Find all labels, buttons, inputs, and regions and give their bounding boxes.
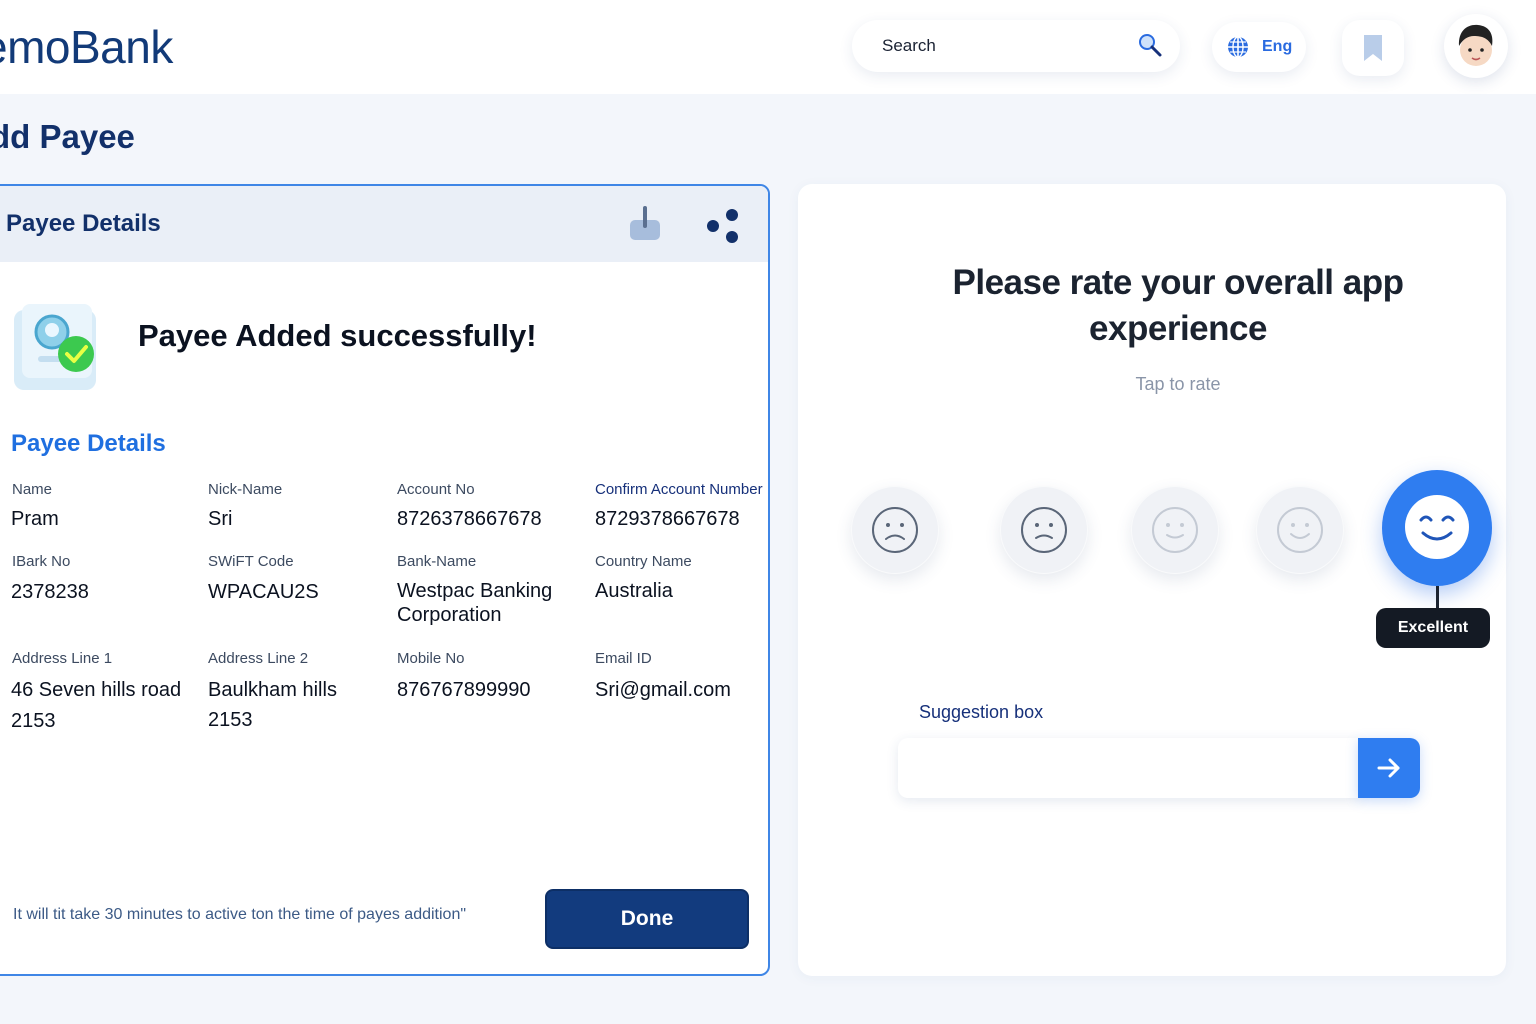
pin-icon[interactable] [628,204,662,244]
tap-to-rate-hint: Tap to rate [1135,374,1221,394]
nickname-label: Nick-Name [208,481,283,498]
rating-option-3[interactable] [1131,486,1219,574]
activation-note: It will tit take 30 minutes to active to… [13,906,467,923]
smile-face-icon [1277,507,1323,553]
address-line1-label: Address Line 1 [12,650,113,667]
confirm-account-value: 8729378667678 [595,508,740,530]
payee-details-card: Payee Details Payee Added successfully! … [0,184,770,976]
user-avatar[interactable] [1444,14,1508,78]
bookmark-icon [1364,35,1382,61]
page-title: dd Payee [0,118,135,155]
payee-details-heading: Payee Details [11,430,166,457]
swift-code-label: SWiFT Code [208,553,294,570]
excellent-face-icon [1405,495,1469,559]
brand-logo[interactable]: emoBank [0,20,173,74]
suggestion-input[interactable] [898,738,1360,798]
neutral-smile-face-icon [1152,507,1198,553]
rating-card: Please rate your overall app experience … [798,184,1506,976]
globe-icon [1228,36,1248,58]
card-header: Payee Details [0,186,768,262]
done-button[interactable]: Done [545,889,749,949]
bookmark-button[interactable] [1342,20,1404,76]
mobile-no-label: Mobile No [397,650,465,667]
account-no-label: Account No [397,481,475,498]
share-icon[interactable] [706,208,740,244]
submit-suggestion-button[interactable] [1358,738,1420,798]
bank-name-value-line1: Westpac Banking [397,580,553,602]
language-selector[interactable]: Eng [1212,22,1306,72]
rating-option-1[interactable] [851,486,939,574]
name-value: Pram [11,508,59,530]
sad-face-icon [1021,507,1067,553]
card-header-title: Payee Details [6,210,161,237]
tooltip-stem [1436,586,1439,610]
email-id-label: Email ID [595,650,652,667]
payee-success-illustration [14,304,96,390]
ibark-no-label: IBark No [12,553,71,570]
address-line2-value-line2: 2153 [208,709,253,731]
language-label: Eng [1262,38,1293,55]
address-line2-label: Address Line 2 [208,650,309,667]
bank-name-label: Bank-Name [397,553,477,570]
mobile-no-value: 876767899990 [397,679,531,701]
search-input[interactable] [882,32,1122,60]
ibark-no-value: 2378238 [11,581,89,603]
country-name-value: Australia [595,580,673,602]
swift-code-value: WPACAU2S [208,581,319,603]
rating-question: Please rate your overall app experience [952,263,1404,348]
rating-option-2[interactable] [1000,486,1088,574]
arrow-right-icon [1377,758,1400,778]
account-no-value: 8726378667678 [397,508,542,530]
bank-name-value-line2: Corporation [397,604,502,626]
nickname-value: Sri [208,508,233,530]
rating-option-4[interactable] [1256,486,1344,574]
user-face-icon [1458,24,1493,66]
name-label: Name [12,481,53,498]
address-line1-value-line2: 2153 [11,710,56,732]
email-id-value: Sri@gmail.com [595,679,731,701]
rating-option-5-selected[interactable] [1382,470,1492,586]
selected-rating-tooltip: Excellent [1376,608,1490,648]
address-line2-value-line1: Baulkham hills [208,679,337,701]
search-icon[interactable] [1136,32,1164,60]
country-name-label: Country Name [595,553,692,570]
success-message: Payee Added successfully! [138,318,537,353]
confirm-account-label: Confirm Account Number [595,481,763,498]
suggestion-box-label: Suggestion box [919,702,1044,722]
very-sad-face-icon [872,507,918,553]
top-header: emoBank Eng [0,0,1536,94]
address-line1-value-line1: 46 Seven hills road [11,679,182,701]
search-bar[interactable] [852,20,1180,72]
